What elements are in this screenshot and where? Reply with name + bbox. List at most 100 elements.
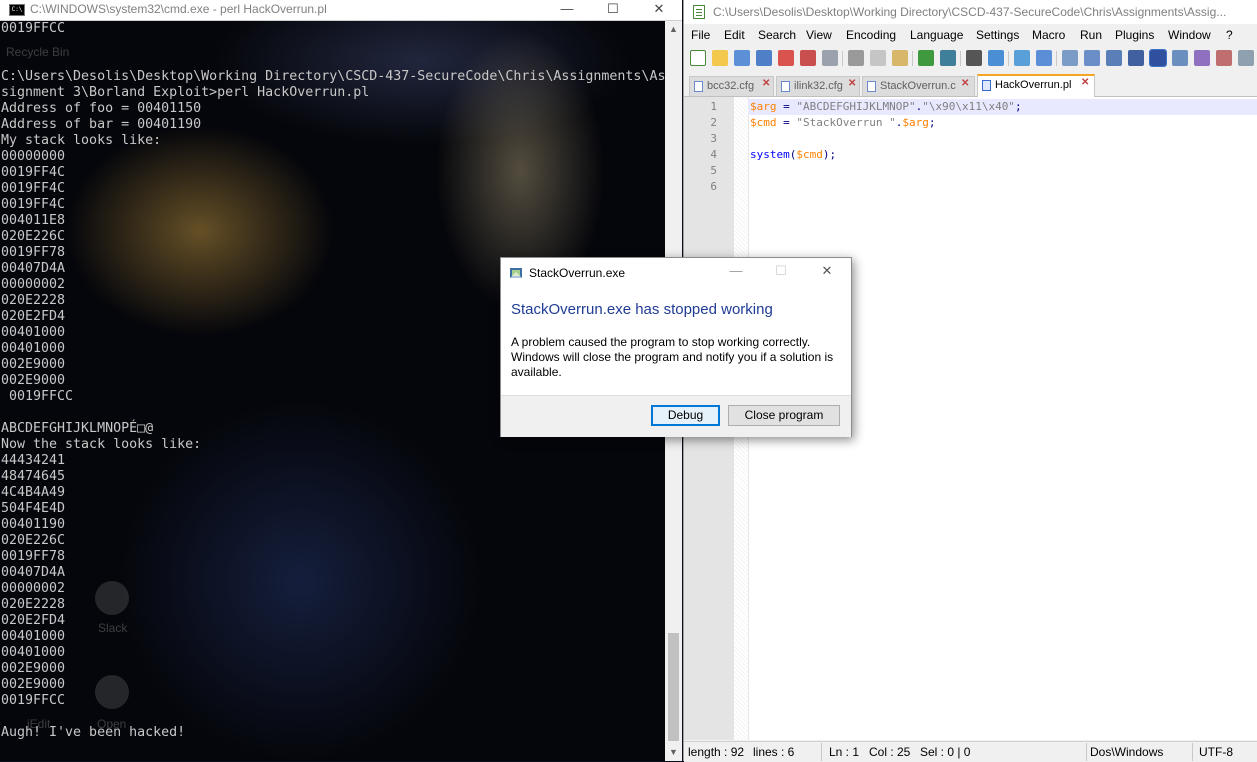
- tab-close-icon[interactable]: ✕: [961, 79, 971, 89]
- cmd-window-title: C:\WINDOWS\system32\cmd.exe - perl HackO…: [30, 2, 327, 16]
- zoom-out-icon[interactable]: [1036, 50, 1052, 66]
- copy-icon[interactable]: [870, 50, 886, 66]
- menu-help[interactable]: ?: [1226, 28, 1233, 42]
- menu-window[interactable]: Window: [1168, 28, 1211, 42]
- status-separator: [821, 743, 822, 761]
- dialog-minimize-button[interactable]: —: [721, 263, 751, 283]
- sync-horizontal-icon[interactable]: [1084, 50, 1100, 66]
- menu-encoding[interactable]: Encoding: [846, 28, 896, 42]
- open-file-icon[interactable]: [712, 50, 728, 66]
- close-program-button[interactable]: Close program: [728, 405, 840, 426]
- indent-guide-icon[interactable]: [1149, 49, 1167, 67]
- status-sel: Sel : 0 | 0: [920, 745, 971, 759]
- dialog-footer: Debug Close program: [501, 395, 851, 437]
- dialog-title: StackOverrun.exe: [529, 266, 626, 280]
- app-icon: [510, 268, 522, 278]
- status-separator: [1192, 743, 1193, 761]
- dialog-maximize-button: ☐: [775, 263, 787, 278]
- toolbar-separator: [960, 51, 961, 66]
- tab-close-icon[interactable]: ✕: [1081, 78, 1091, 88]
- file-icon: [694, 81, 703, 92]
- redo-icon[interactable]: [940, 50, 956, 66]
- debug-button[interactable]: Debug: [651, 405, 720, 426]
- code-line-1: $arg = "ABCDEFGHIJKLMNOP"."\x90\x11\x40"…: [750, 100, 1022, 113]
- menu-search[interactable]: Search: [758, 28, 796, 42]
- cmd-scrollbar-thumb[interactable]: [668, 633, 679, 741]
- code-line-2: $cmd = "StackOverrun ".$arg;: [750, 116, 936, 129]
- line-number: 1: [710, 100, 717, 113]
- line-number: 5: [710, 164, 717, 177]
- line-number: 4: [710, 148, 717, 161]
- folder-as-workspace-icon[interactable]: [1238, 50, 1254, 66]
- menu-language[interactable]: Language: [910, 28, 963, 42]
- save-icon[interactable]: [734, 50, 750, 66]
- cmd-icon: C:\: [9, 4, 25, 16]
- toolbar-separator: [842, 51, 843, 66]
- menu-edit[interactable]: Edit: [724, 28, 745, 42]
- close-file-icon[interactable]: [778, 50, 794, 66]
- doc-map-icon[interactable]: [1194, 50, 1210, 66]
- sync-vertical-icon[interactable]: [1062, 50, 1078, 66]
- status-lines: lines : 6: [753, 745, 795, 759]
- npp-menu-bar: File Edit Search View Encoding Language …: [684, 26, 1257, 46]
- find-icon[interactable]: [966, 50, 982, 66]
- dialog-close-button[interactable]: ✕: [812, 263, 842, 283]
- status-col: Col : 25: [869, 745, 911, 759]
- tab-close-icon[interactable]: ✕: [848, 79, 858, 89]
- paste-icon[interactable]: [892, 50, 908, 66]
- tab-close-icon[interactable]: ✕: [762, 79, 772, 89]
- close-all-icon[interactable]: [800, 50, 816, 66]
- toolbar-separator: [1056, 51, 1057, 66]
- dialog-message: A problem caused the program to stop wor…: [511, 335, 834, 379]
- menu-view[interactable]: View: [806, 28, 832, 42]
- print-icon[interactable]: [822, 50, 838, 66]
- error-dialog: StackOverrun.exe — ☐ ✕ StackOverrun.exe …: [500, 257, 852, 437]
- dialog-heading: StackOverrun.exe has stopped working: [511, 301, 773, 318]
- status-separator: [1086, 743, 1087, 761]
- line-number: 3: [710, 132, 717, 145]
- code-line-4: system($cmd);: [750, 148, 837, 161]
- npp-window-title: C:\Users\Desolis\Desktop\Working Directo…: [713, 5, 1227, 19]
- close-button[interactable]: ✕: [636, 0, 682, 20]
- toolbar-separator: [1008, 51, 1009, 66]
- tab-bcc32-cfg[interactable]: bcc32.cfg ✕: [689, 76, 774, 96]
- menu-run[interactable]: Run: [1080, 28, 1102, 42]
- status-encoding[interactable]: UTF-8: [1199, 745, 1233, 759]
- zoom-in-icon[interactable]: [1014, 50, 1030, 66]
- notepadpp-icon: [693, 5, 705, 19]
- file-icon: [982, 80, 991, 91]
- new-file-icon[interactable]: [690, 50, 706, 66]
- menu-file[interactable]: File: [691, 28, 710, 42]
- maximize-button[interactable]: ☐: [590, 0, 636, 20]
- toolbar-separator: [912, 51, 913, 66]
- dialog-title-bar[interactable]: StackOverrun.exe — ☐ ✕: [501, 258, 851, 288]
- menu-settings[interactable]: Settings: [976, 28, 1019, 42]
- status-ln: Ln : 1: [829, 745, 860, 759]
- replace-icon[interactable]: [988, 50, 1004, 66]
- scroll-down-arrow-icon[interactable]: ▼: [665, 744, 682, 761]
- user-language-icon[interactable]: [1172, 50, 1188, 66]
- npp-tab-bar: bcc32.cfg ✕ ilink32.cfg ✕ StackOverrun.c…: [684, 74, 1257, 97]
- line-number: 2: [710, 116, 717, 129]
- file-icon: [781, 81, 790, 92]
- npp-status-bar: length : 92 lines : 6 Ln : 1 Col : 25 Se…: [684, 741, 1257, 762]
- minimize-button[interactable]: —: [544, 0, 590, 20]
- file-icon: [867, 81, 876, 92]
- menu-macro[interactable]: Macro: [1032, 28, 1065, 42]
- cut-icon[interactable]: [848, 50, 864, 66]
- tab-ilink32-cfg[interactable]: ilink32.cfg ✕: [776, 76, 860, 96]
- function-list-icon[interactable]: [1216, 50, 1232, 66]
- npp-toolbar: [684, 47, 1257, 71]
- undo-icon[interactable]: [918, 50, 934, 66]
- menu-plugins[interactable]: Plugins: [1115, 28, 1154, 42]
- show-all-characters-icon[interactable]: [1128, 50, 1144, 66]
- word-wrap-icon[interactable]: [1106, 50, 1122, 66]
- status-length: length : 92: [688, 745, 745, 759]
- tab-hackoverrun-pl[interactable]: HackOverrun.pl ✕: [977, 74, 1095, 97]
- scroll-up-arrow-icon[interactable]: ▲: [665, 21, 682, 38]
- cmd-title-bar[interactable]: C:\ C:\WINDOWS\system32\cmd.exe - perl H…: [0, 0, 682, 21]
- save-all-icon[interactable]: [756, 50, 772, 66]
- npp-title-bar[interactable]: C:\Users\Desolis\Desktop\Working Directo…: [684, 0, 1257, 24]
- tab-stackoverrun-c[interactable]: StackOverrun.c ✕: [862, 76, 975, 96]
- status-eol[interactable]: Dos\Windows: [1090, 745, 1163, 759]
